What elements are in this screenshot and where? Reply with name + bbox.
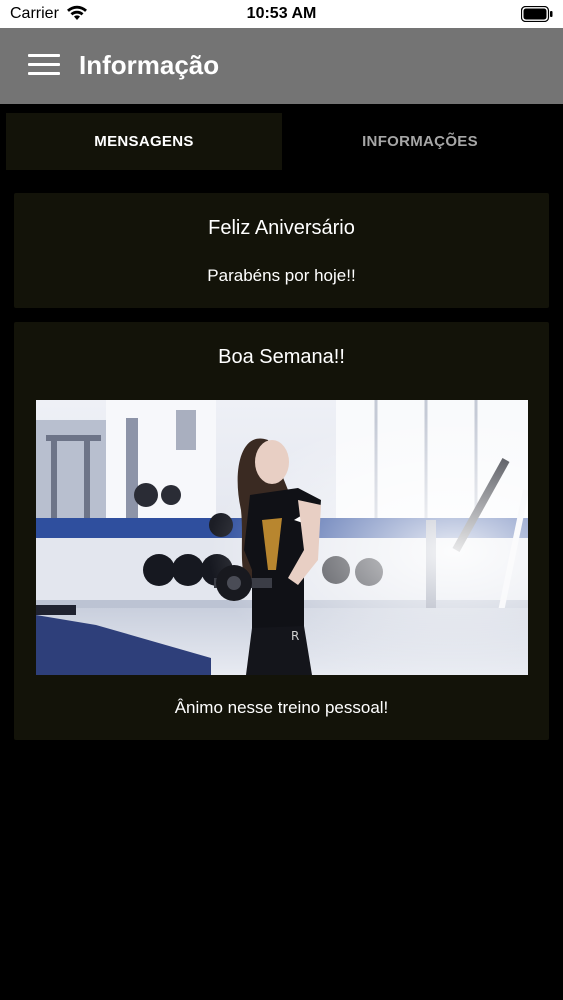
message-title: Feliz Aniversário [208,217,355,239]
gym-photo: R [36,400,528,675]
wifi-icon [67,5,87,20]
tab-informacoes[interactable]: INFORMAÇÕES [282,113,558,170]
tab-bar: MENSAGENS INFORMAÇÕES [0,104,563,176]
app-bar: Informação [0,28,563,104]
hamburger-menu-icon[interactable] [28,54,60,78]
gym-photo-illustration: R [36,400,528,675]
message-card: Feliz Aniversário Parabéns por hoje!! [14,193,549,308]
message-body: Ânimo nesse treino pessoal! [174,698,389,717]
message-card: Boa Semana!! R Ânimo nesse treino pessoa… [14,322,549,740]
tab-mensagens[interactable]: MENSAGENS [6,113,282,170]
message-title: Boa Semana!! [218,346,345,368]
status-bar: Carrier 10:53 AM [0,0,563,28]
battery-icon [521,6,553,22]
svg-text:R: R [291,629,299,643]
carrier-label: Carrier [10,5,59,22]
page-title: Informação [79,50,220,80]
message-body: Parabéns por hoje!! [207,266,356,285]
